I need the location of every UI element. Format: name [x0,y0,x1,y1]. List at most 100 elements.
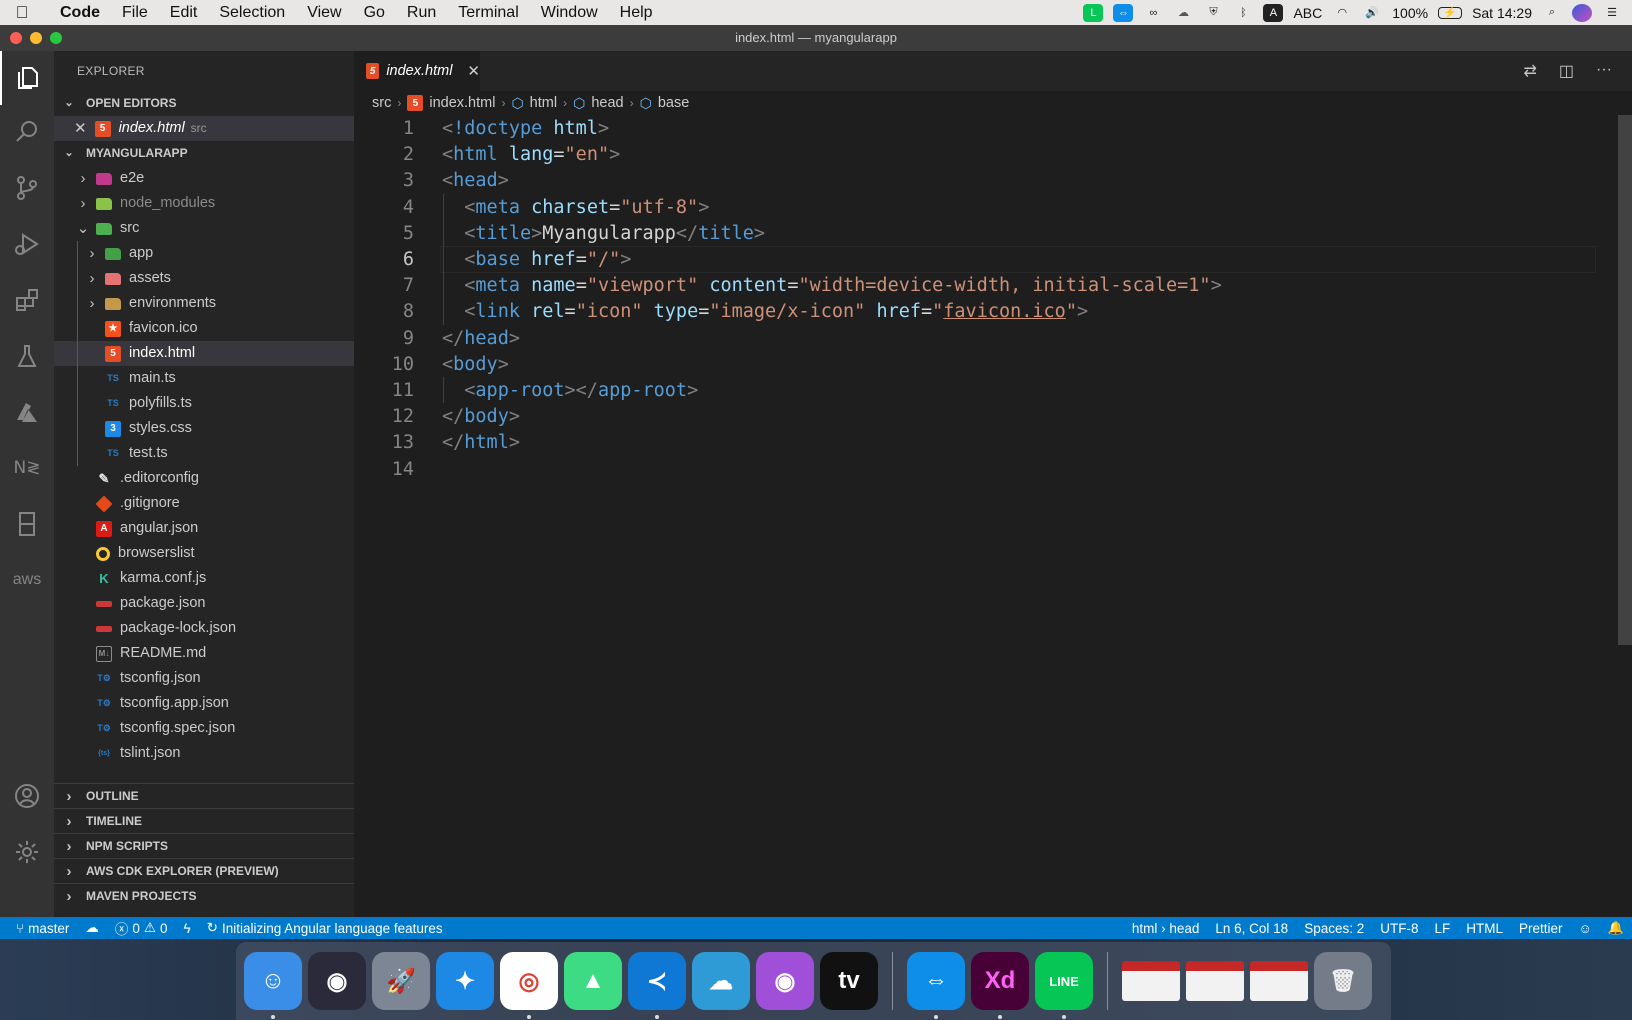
breadcrumb-item[interactable]: src [372,95,391,111]
tree-item[interactable]: browserslist [54,541,354,566]
code-line[interactable]: <!doctype html> [442,115,609,142]
code-line[interactable]: <title>Myangularapp</title> [442,220,765,247]
menu-edit[interactable]: Edit [159,4,209,22]
shield-icon[interactable]: ⛨ [1203,4,1223,22]
tree-item[interactable]: T⚙ tsconfig.app.json [54,691,354,716]
more-actions-icon[interactable]: ··· [1596,61,1612,81]
menu-view[interactable]: View [296,4,352,22]
siri-icon[interactable]: ◉ [308,952,366,1010]
code-line[interactable]: <body> [442,351,509,378]
clock[interactable]: Sat 14:29 [1472,5,1532,21]
apple-menu-icon[interactable]:  [0,3,44,23]
cloud-sync-icon[interactable]: ☁ [1173,4,1193,22]
tree-item[interactable]: 3 styles.css [54,416,354,441]
lightning-icon[interactable]: ϟ [176,921,199,936]
line-status-icon[interactable]: L [1083,3,1104,22]
volume-icon[interactable]: 🔊 [1362,4,1382,22]
sync-icon[interactable]: ☁ [77,920,107,936]
teamviewer-status-icon[interactable]: ⇔ [1113,3,1134,22]
run-debug-icon[interactable] [0,217,54,271]
apple-tv-icon[interactable]: tv [820,952,878,1010]
accounts-icon[interactable] [0,769,54,823]
breadcrumb-item[interactable]: html [530,95,557,111]
wifi-icon[interactable]: ◠ [1332,4,1352,22]
tree-item[interactable]: ★ favicon.ico [54,316,354,341]
spotlight-search-icon[interactable]: ⌕ [1542,4,1562,22]
search-icon[interactable] [0,105,54,159]
tree-item[interactable]: TS polyfills.ts [54,391,354,416]
code-line[interactable]: <head> [442,167,509,194]
input-source-icon[interactable]: A [1263,3,1284,22]
menu-help[interactable]: Help [609,4,664,22]
menu-run[interactable]: Run [396,4,447,22]
teamviewer-icon[interactable]: ⇔ [907,952,965,1019]
code-line[interactable]: <app-root></app-root> [442,377,698,404]
status-item[interactable]: Spaces: 2 [1296,921,1372,936]
explorer-icon[interactable] [0,51,54,105]
adobe-xd-icon[interactable]: Xd [971,952,1029,1019]
tree-item[interactable]: Kkarma.conf.js [54,566,354,591]
testing-flask-icon[interactable] [0,329,54,383]
creative-cloud-icon[interactable]: ∞ [1143,4,1163,22]
window-thumbnail-1[interactable] [1122,961,1180,1001]
podcasts-icon[interactable]: ◉ [756,952,814,1010]
tree-item[interactable]: T⚙ tsconfig.json [54,666,354,691]
tree-item[interactable]: ⌄ src [54,216,354,241]
menu-go[interactable]: Go [353,4,396,22]
status-item[interactable]: Ln 6, Col 18 [1207,921,1296,936]
menu-app-name[interactable]: Code [44,4,111,22]
tree-item[interactable]: › environments [54,291,354,316]
nx-console-icon[interactable]: N≷ [0,441,54,495]
section-npm-scripts[interactable]: › NPM SCRIPTS [54,833,354,858]
section-maven-projects[interactable]: › MAVEN PROJECTS [54,883,354,908]
tree-item[interactable]: T⚙ tsconfig.spec.json [54,716,354,741]
feedback-icon[interactable]: ☺ [1571,921,1600,936]
bluetooth-icon[interactable]: ᛒ [1233,4,1253,22]
source-control-icon[interactable] [0,161,54,215]
section-outline[interactable]: › OUTLINE [54,783,354,808]
battery-icon[interactable]: ⚡ [1438,6,1463,19]
azure-icon[interactable] [0,385,54,439]
window-thumbnail-3[interactable] [1250,961,1308,1001]
status-item[interactable]: HTML [1458,921,1511,936]
tree-item[interactable]: › node_modules [54,191,354,216]
tree-item[interactable]: ✎ .editorconfig [54,466,354,491]
tree-item[interactable]: TS main.ts [54,366,354,391]
code-line[interactable]: <meta name="viewport" content="width=dev… [442,272,1221,299]
launchpad-icon[interactable]: 🚀 [372,952,430,1010]
status-item[interactable]: html › head [1124,921,1208,936]
code-line[interactable]: <link rel="icon" type="image/x-icon" hre… [442,298,1088,325]
code-line[interactable]: <base href="/"> [442,246,631,273]
close-icon[interactable]: ✕ [74,116,87,141]
breadcrumb-item[interactable]: head [591,95,623,111]
aws-icon[interactable]: aws [0,553,54,607]
chrome-icon[interactable]: ◎ [500,952,558,1019]
project-header[interactable]: ⌄ MYANGULARAPP [54,141,354,166]
siri-menubar-icon[interactable] [1572,3,1592,22]
manage-gear-icon[interactable] [0,825,54,879]
menu-file[interactable]: File [111,4,159,22]
breadcrumb-item[interactable]: base [658,95,689,111]
input-source-label[interactable]: ABC [1293,5,1322,21]
tab-index-html[interactable]: 5 index.html ✕ [354,51,480,91]
status-item[interactable]: UTF-8 [1372,921,1426,936]
tree-item[interactable]: package-lock.json [54,616,354,641]
tree-item[interactable]: › assets [54,266,354,291]
code-line[interactable]: <meta charset="utf-8"> [442,194,709,221]
tree-item[interactable]: .gitignore [54,491,354,516]
close-tab-icon[interactable]: ✕ [467,62,480,80]
compare-changes-icon[interactable]: ⇄ [1523,61,1536,81]
minimize-window-button[interactable] [30,32,42,44]
status-item[interactable]: LF [1427,921,1459,936]
notification-center-icon[interactable]: ☰ [1602,4,1622,22]
safari-icon[interactable]: ✦ [436,952,494,1010]
code-line[interactable]: <html lang="en"> [442,141,620,168]
vscode-icon[interactable]: ≺ [628,952,686,1019]
line-icon[interactable]: LINE [1035,952,1093,1019]
battery-percent[interactable]: 100% [1392,5,1428,21]
tree-item[interactable]: › e2e [54,166,354,191]
branch-indicator[interactable]: ⑂ master [0,921,77,936]
tree-item[interactable]: Aangular.json [54,516,354,541]
zoom-window-button[interactable] [50,32,62,44]
tree-item[interactable]: {ts} tslint.json [54,741,354,766]
